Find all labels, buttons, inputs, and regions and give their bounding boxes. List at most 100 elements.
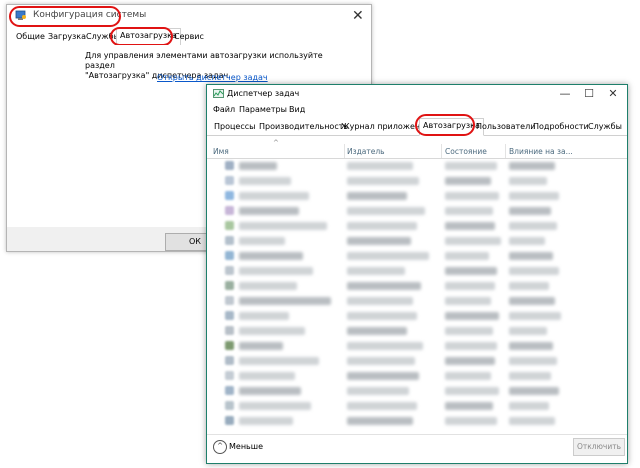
row-status-redacted [445,417,497,425]
tab-performance[interactable]: Производительность [256,120,351,134]
table-row[interactable] [207,159,627,173]
row-impact-redacted [509,297,555,305]
table-row[interactable] [207,324,627,338]
table-row[interactable] [207,384,627,398]
column-publisher[interactable]: Издатель [347,147,385,156]
column-divider[interactable] [505,144,506,158]
close-icon[interactable]: ✕ [352,8,364,24]
taskmgr-title: Диспетчер задач [227,89,300,98]
row-name-redacted [239,327,305,335]
row-impact-redacted [509,252,553,260]
table-row[interactable] [207,189,627,203]
row-status-redacted [445,327,493,335]
app-icon [225,341,234,350]
startup-message-line1: Для управления элементами автозагрузки и… [85,51,323,70]
maximize-icon[interactable]: ☐ [581,87,597,100]
row-name-redacted [239,372,295,380]
row-publisher-redacted [347,222,417,230]
tab-services[interactable]: Службы [585,120,625,134]
tab-processes[interactable]: Процессы [211,120,258,134]
column-divider[interactable] [344,144,345,158]
highlight-oval-startup-tab [110,27,173,46]
table-row[interactable] [207,174,627,188]
app-icon [225,176,234,185]
table-row[interactable] [207,339,627,353]
app-icon [225,266,234,275]
taskmgr-menubar: Файл Параметры Вид [207,103,627,117]
table-row[interactable] [207,414,627,428]
tab-tools[interactable]: Сервис [171,30,207,44]
row-impact-redacted [509,402,549,410]
row-name-redacted [239,252,303,260]
row-status-redacted [445,207,493,215]
row-status-redacted [445,222,495,230]
table-row[interactable] [207,354,627,368]
table-row[interactable] [207,399,627,413]
row-impact-redacted [509,237,545,245]
table-row[interactable] [207,279,627,293]
table-row[interactable] [207,309,627,323]
row-name-redacted [239,177,291,185]
table-row[interactable] [207,369,627,383]
app-icon [225,401,234,410]
column-status[interactable]: Состояние [445,147,487,156]
row-impact-redacted [509,222,557,230]
row-impact-redacted [509,207,551,215]
open-task-manager-link[interactable]: Открыть диспетчер задач [157,73,268,82]
row-name-redacted [239,402,311,410]
app-icon [225,221,234,230]
row-status-redacted [445,357,495,365]
task-manager-window: Диспетчер задач — ☐ ✕ Файл Параметры Вид… [206,84,628,464]
row-status-redacted [445,177,491,185]
disable-button[interactable]: Отключить [573,438,625,456]
row-status-redacted [445,162,497,170]
app-icon [225,311,234,320]
app-icon [225,386,234,395]
table-row[interactable] [207,204,627,218]
table-row[interactable] [207,294,627,308]
menu-options[interactable]: Параметры [239,105,287,114]
row-name-redacted [239,387,301,395]
row-publisher-redacted [347,192,407,200]
row-status-redacted [445,342,497,350]
fewer-details-link[interactable]: Меньше [229,442,263,451]
taskmgr-bottom-bar [207,434,627,463]
tab-details[interactable]: Подробности [530,120,592,134]
startup-list[interactable] [207,159,627,429]
column-name[interactable]: Имя [213,147,229,156]
app-icon [225,191,234,200]
row-publisher-redacted [347,312,417,320]
row-name-redacted [239,342,283,350]
chevron-up-icon[interactable]: ^ [213,440,227,454]
close-icon[interactable]: ✕ [605,87,621,100]
app-icon [225,251,234,260]
highlight-oval-title [9,6,121,27]
table-row[interactable] [207,219,627,233]
app-icon [225,296,234,305]
row-status-redacted [445,282,495,290]
row-name-redacted [239,162,277,170]
table-row[interactable] [207,234,627,248]
highlight-oval-startup-tab [415,114,475,136]
row-name-redacted [239,282,297,290]
minimize-icon[interactable]: — [557,87,573,100]
row-publisher-redacted [347,327,407,335]
tab-users[interactable]: Пользователи [473,120,538,134]
row-status-redacted [445,312,499,320]
row-publisher-redacted [347,162,413,170]
table-row[interactable] [207,249,627,263]
row-publisher-redacted [347,207,425,215]
tab-general[interactable]: Общие [13,30,48,44]
row-name-redacted [239,417,293,425]
row-impact-redacted [509,192,559,200]
menu-file[interactable]: Файл [213,105,235,114]
row-publisher-redacted [347,267,405,275]
table-row[interactable] [207,264,627,278]
row-status-redacted [445,267,497,275]
column-startup-impact[interactable]: Влияние на за... [509,147,573,156]
menu-view[interactable]: Вид [289,105,305,114]
row-name-redacted [239,237,285,245]
column-divider[interactable] [441,144,442,158]
row-name-redacted [239,357,319,365]
row-status-redacted [445,372,491,380]
